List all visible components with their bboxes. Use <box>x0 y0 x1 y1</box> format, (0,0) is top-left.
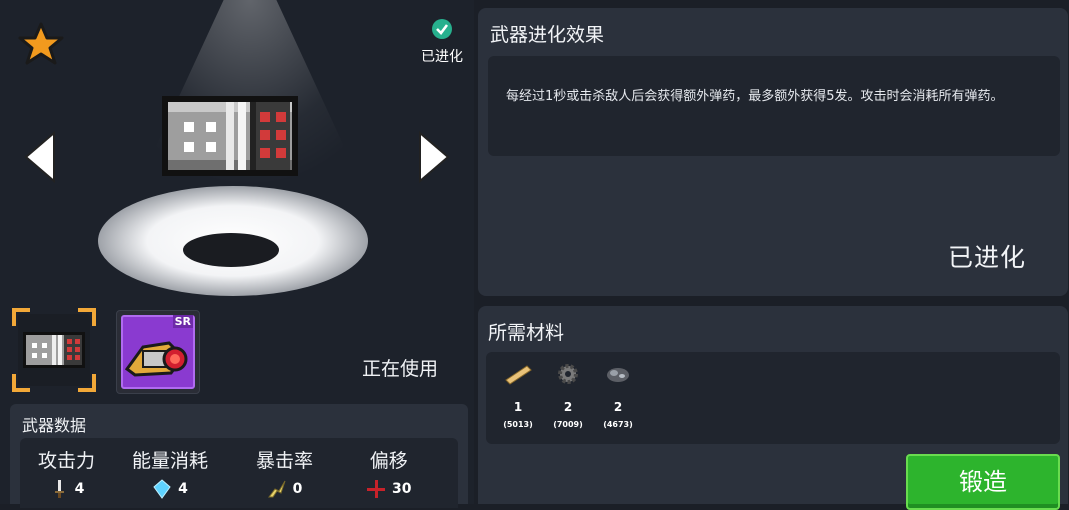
favorite-star-icon[interactable] <box>18 22 64 66</box>
stats-title: 武器数据 <box>22 416 87 435</box>
gear-part-icon <box>558 364 578 384</box>
material-owned: (7009) <box>553 420 583 429</box>
sr-weapon-icon <box>124 341 188 377</box>
weapon-shadow <box>183 233 279 267</box>
weapon-showcase: 已进化 SR 正在使用 武器数据 攻击力 4 能量消耗 4 暴击率 0 偏移 3… <box>0 0 474 508</box>
next-weapon-arrow-icon[interactable] <box>416 131 450 183</box>
weapon-stats-panel: 武器数据 攻击力 4 能量消耗 4 暴击率 0 偏移 30 <box>10 404 468 508</box>
crit-icon <box>267 480 286 498</box>
in-use-label: 正在使用 <box>362 358 439 380</box>
weapon-thumbnail-icon <box>23 332 85 368</box>
stats-grid: 攻击力 4 能量消耗 4 暴击率 0 偏移 30 <box>20 438 458 508</box>
evolved-badge: 已进化 <box>414 18 470 66</box>
stat-offset: 偏移 30 <box>366 446 411 499</box>
material-item: 2 (4673) <box>598 362 638 429</box>
weapon-slot-current[interactable] <box>12 308 96 392</box>
stat-energy-value: 4 <box>178 481 188 497</box>
effect-description-box: 每经过1秒或击杀敌人后会获得额外弹药，最多额外获得5发。攻击时会消耗所有弹药。 <box>488 56 1060 156</box>
stat-attack-value: 4 <box>74 481 85 497</box>
material-qty: 2 <box>563 400 573 414</box>
stat-energy: 能量消耗 4 <box>132 446 208 499</box>
weapon-preview-icon <box>162 96 298 176</box>
materials-list: 1 (5013) 2 (7009) 2 (4673) <box>486 352 1060 444</box>
material-item: 2 (7009) <box>548 362 588 429</box>
effect-description: 每经过1秒或击杀敌人后会获得额外弹药，最多额外获得5发。攻击时会消耗所有弹药。 <box>506 89 1004 104</box>
stat-crit-value: 0 <box>292 481 303 497</box>
material-qty: 1 <box>513 400 523 414</box>
ore-icon <box>607 368 629 382</box>
stat-offset-label: 偏移 <box>369 450 408 472</box>
stat-crit: 暴击率 0 <box>256 446 313 499</box>
evolution-effect-panel: 武器进化效果 每经过1秒或击杀敌人后会获得额外弹药，最多额外获得5发。攻击时会消… <box>478 8 1068 296</box>
forge-button[interactable]: 锻造 <box>906 454 1060 510</box>
stat-attack: 攻击力 4 <box>38 446 95 499</box>
weapon-slot-sr[interactable]: SR <box>116 310 200 394</box>
stat-attack-label: 攻击力 <box>38 450 96 472</box>
material-owned: (5013) <box>503 420 533 429</box>
check-circle-icon <box>432 19 452 39</box>
crosshair-icon <box>367 480 385 498</box>
evolved-badge-label: 已进化 <box>421 49 463 65</box>
material-qty: 2 <box>613 400 623 414</box>
previous-weapon-arrow-icon[interactable] <box>24 131 58 183</box>
materials-title: 所需材料 <box>488 322 565 344</box>
effect-title: 武器进化效果 <box>490 24 605 46</box>
required-materials-panel: 所需材料 1 (5013) 2 (7009) 2 (4673) 锻造 <box>478 306 1068 510</box>
material-item: 1 (5013) <box>498 362 538 429</box>
stat-energy-label: 能量消耗 <box>132 450 209 472</box>
sr-rarity-badge: SR <box>172 315 193 328</box>
stat-crit-label: 暴击率 <box>256 450 314 472</box>
wood-plank-icon <box>505 365 532 385</box>
evolution-status: 已进化 <box>947 243 1026 272</box>
stat-offset-value: 30 <box>392 481 412 497</box>
energy-crystal-icon <box>153 479 171 499</box>
sword-icon <box>54 480 64 498</box>
material-owned: (4673) <box>603 420 633 429</box>
